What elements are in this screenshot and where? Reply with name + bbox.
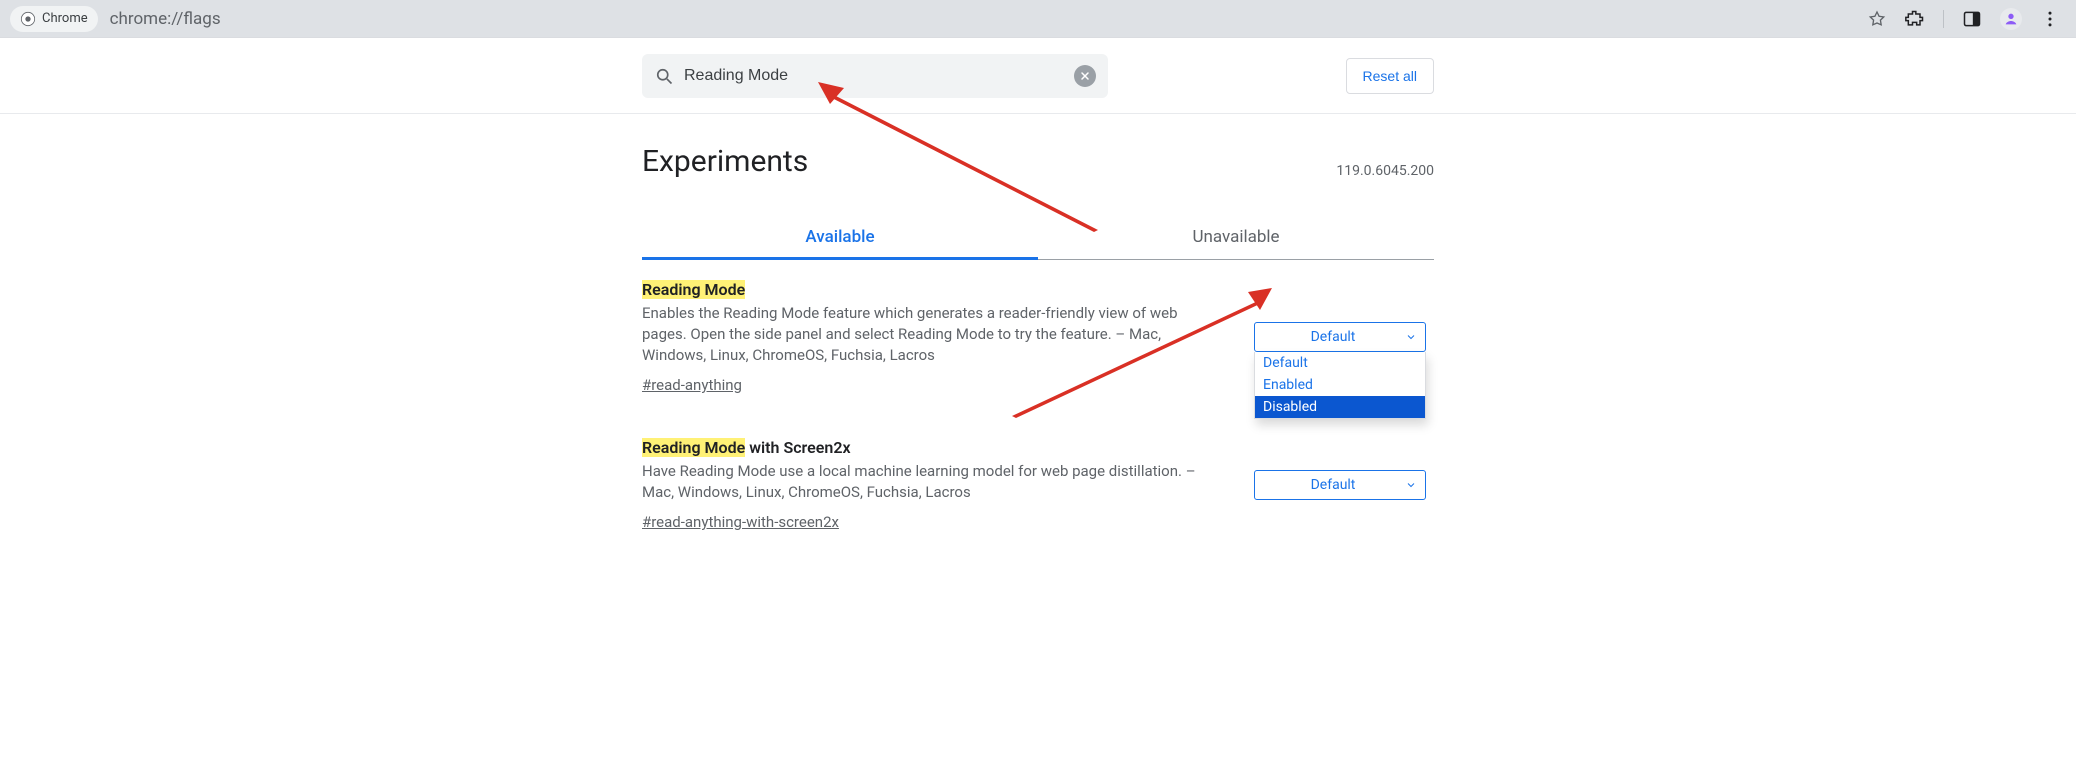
chrome-logo-icon: [20, 11, 36, 27]
flag-description: Enables the Reading Mode feature which g…: [642, 303, 1224, 366]
dropdown-option-enabled[interactable]: Enabled: [1255, 374, 1425, 396]
flag-dropdown-value: Default: [1311, 329, 1356, 345]
flag-title: Reading Mode: [642, 280, 1224, 299]
address-bar: Chrome chrome://flags: [0, 0, 2076, 38]
tabs: Available Unavailable: [642, 217, 1434, 260]
dropdown-option-disabled[interactable]: Disabled: [1255, 396, 1425, 418]
flag-row: Reading Mode with Screen2x Have Reading …: [642, 418, 1434, 537]
site-identity-chip[interactable]: Chrome: [10, 6, 98, 32]
chevron-down-icon: [1405, 331, 1417, 343]
flag-dropdown-value: Default: [1311, 477, 1356, 493]
chrome-version: 119.0.6045.200: [1336, 163, 1434, 179]
side-panel-icon[interactable]: [1962, 9, 1982, 29]
chevron-down-icon: [1405, 479, 1417, 491]
tab-available[interactable]: Available: [642, 217, 1038, 259]
flag-hash-link[interactable]: #read-anything: [642, 376, 742, 394]
kebab-menu-icon[interactable]: [2040, 9, 2060, 29]
flag-description: Have Reading Mode use a local machine le…: [642, 461, 1224, 503]
flag-dropdown-menu: Default Enabled Disabled: [1254, 352, 1426, 419]
search-input[interactable]: [684, 67, 1064, 85]
flag-dropdown[interactable]: Default: [1254, 322, 1426, 352]
site-identity-label: Chrome: [42, 11, 88, 26]
tab-unavailable[interactable]: Unavailable: [1038, 217, 1434, 259]
search-icon: [654, 66, 674, 86]
content: Experiments 119.0.6045.200 Available Una…: [642, 114, 1434, 577]
extensions-icon[interactable]: [1905, 9, 1925, 29]
reset-all-button[interactable]: Reset all: [1346, 58, 1434, 94]
clear-search-button[interactable]: [1074, 65, 1096, 87]
flag-title: Reading Mode with Screen2x: [642, 438, 1224, 457]
flag-dropdown[interactable]: Default: [1254, 470, 1426, 500]
profile-avatar[interactable]: [2000, 8, 2022, 30]
url-text[interactable]: chrome://flags: [106, 9, 221, 29]
search-box[interactable]: [642, 54, 1108, 98]
close-icon: [1079, 70, 1091, 82]
flag-hash-link[interactable]: #read-anything-with-screen2x: [642, 513, 839, 531]
dropdown-option-default[interactable]: Default: [1255, 352, 1425, 374]
bookmark-star-icon[interactable]: [1867, 9, 1887, 29]
separator: [1943, 10, 1944, 28]
flag-row: Reading Mode Enables the Reading Mode fe…: [642, 260, 1434, 400]
omnibox-actions: [1867, 8, 2066, 30]
page-title: Experiments: [642, 144, 808, 179]
flags-toolbar: Reset all: [0, 38, 2076, 114]
